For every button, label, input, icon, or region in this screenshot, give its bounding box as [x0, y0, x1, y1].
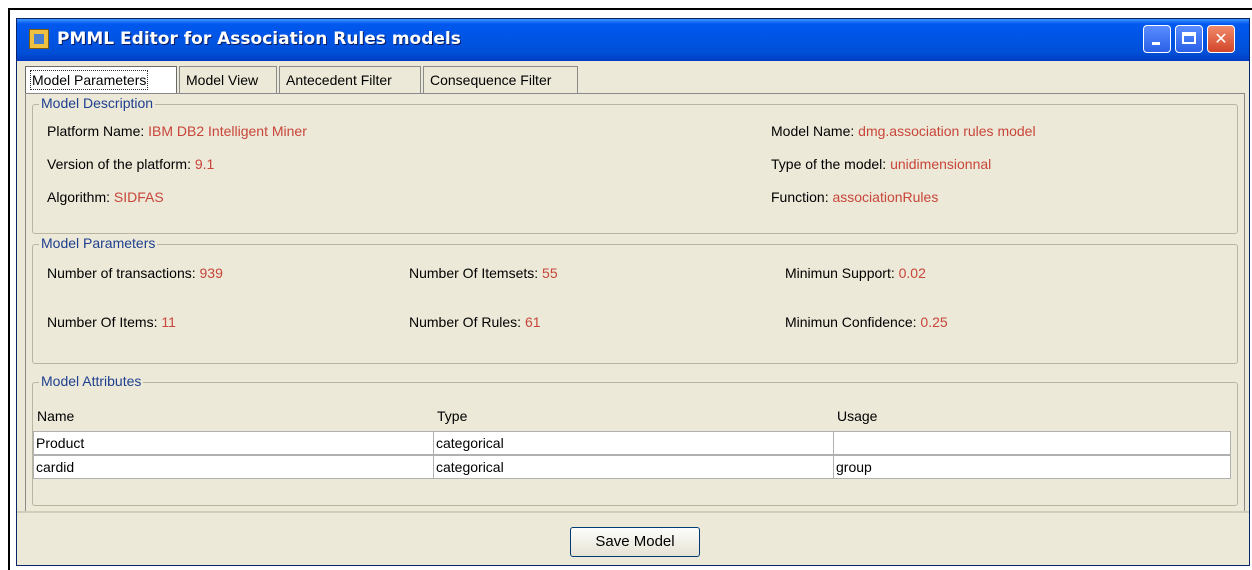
save-model-button[interactable]: Save Model [570, 527, 700, 557]
field-value: 0.25 [920, 314, 948, 330]
column-header-usage[interactable]: Usage [833, 403, 1231, 429]
tab-label: Model View [186, 72, 259, 88]
transactions-count-field: Number of transactions: 939 [47, 265, 223, 281]
field-label: Number Of Itemsets: [409, 265, 543, 281]
model-name-field: Model Name: dmg.association rules model [771, 123, 1036, 139]
model-parameters-panel: Model Description Platform Name: IBM DB2… [25, 93, 1245, 513]
itemsets-count-field: Number Of Itemsets: 55 [409, 265, 558, 281]
rules-count-field: Number Of Rules: 61 [409, 314, 541, 330]
cell-type[interactable]: categorical [434, 456, 834, 478]
field-value: associationRules [832, 189, 939, 205]
minimize-icon [1144, 26, 1170, 52]
frame-left-line [8, 8, 10, 570]
maximize-icon [1176, 26, 1202, 52]
cell-usage[interactable] [834, 432, 1230, 454]
tab-antecedent-filter[interactable]: Antecedent Filter [279, 66, 421, 94]
window-title: PMML Editor for Association Rules models [57, 29, 461, 49]
group-legend: Model Description [39, 95, 156, 111]
field-value: IBM DB2 Intelligent Miner [148, 123, 307, 139]
min-confidence-field: Minimun Confidence: 0.25 [785, 314, 948, 330]
model-type-field: Type of the model: unidimensionnal [771, 156, 991, 172]
field-label: Minimun Confidence: [785, 314, 921, 330]
cell-usage[interactable]: group [834, 456, 1230, 478]
column-header-type[interactable]: Type [433, 403, 833, 429]
table-row[interactable]: cardid categorical group [33, 455, 1231, 479]
platform-version-field: Version of the platform: 9.1 [47, 156, 214, 172]
min-support-field: Minimun Support: 0.02 [785, 265, 926, 281]
field-value: unidimensionnal [890, 156, 992, 172]
field-label: Number of transactions: [47, 265, 200, 281]
field-label: Number Of Rules: [409, 314, 525, 330]
close-icon: ✕ [1214, 29, 1228, 48]
field-label: Minimun Support: [785, 265, 899, 281]
group-legend: Model Parameters [39, 235, 158, 251]
close-button[interactable]: ✕ [1207, 25, 1235, 53]
cell-name[interactable]: cardid [34, 456, 434, 478]
function-field: Function: associationRules [771, 189, 938, 205]
model-attributes-group: Model Attributes Name Type Usage Product… [32, 373, 1238, 506]
field-label: Model Name: [771, 123, 859, 139]
tab-consequence-filter[interactable]: Consequence Filter [423, 66, 578, 94]
tab-label: Model Parameters [29, 70, 149, 90]
field-value: 9.1 [194, 156, 215, 172]
field-value: 55 [542, 265, 558, 281]
field-value: 61 [524, 314, 541, 330]
field-label: Type of the model: [771, 156, 891, 172]
tab-label: Consequence Filter [430, 72, 552, 88]
app-icon [29, 29, 49, 49]
field-label: Platform Name: [47, 123, 149, 139]
column-header-name[interactable]: Name [33, 403, 433, 429]
title-bar[interactable]: PMML Editor for Association Rules models… [17, 19, 1249, 61]
field-value: SIDFAS [113, 189, 164, 205]
cell-type[interactable]: categorical [434, 432, 834, 454]
field-label: Version of the platform: [47, 156, 195, 172]
app-window: PMML Editor for Association Rules models… [16, 18, 1250, 566]
field-value: 11 [161, 314, 176, 330]
model-parameters-group: Model Parameters Number of transactions:… [32, 235, 1238, 364]
group-legend: Model Attributes [39, 373, 144, 389]
cell-name[interactable]: Product [34, 432, 434, 454]
footer-divider [17, 511, 1249, 513]
frame-top-line [8, 8, 1252, 10]
tab-model-parameters[interactable]: Model Parameters [25, 66, 177, 94]
field-label: Algorithm: [47, 189, 114, 205]
platform-name-field: Platform Name: IBM DB2 Intelligent Miner [47, 123, 307, 139]
field-label: Function: [771, 189, 833, 205]
table-row[interactable]: Product categorical [33, 431, 1231, 455]
minimize-button[interactable] [1143, 25, 1171, 53]
items-count-field: Number Of Items: 11 [47, 314, 176, 330]
field-label: Number Of Items: [47, 314, 162, 330]
tab-label: Antecedent Filter [286, 72, 392, 88]
maximize-button[interactable] [1175, 25, 1203, 53]
field-value: 939 [199, 265, 223, 281]
tab-model-view[interactable]: Model View [179, 66, 277, 94]
attributes-table-header: Name Type Usage [33, 403, 1231, 429]
algorithm-field: Algorithm: SIDFAS [47, 189, 164, 205]
model-description-group: Model Description Platform Name: IBM DB2… [32, 95, 1238, 234]
field-value: 0.02 [898, 265, 926, 281]
field-value: dmg.association rules model [858, 123, 1036, 139]
